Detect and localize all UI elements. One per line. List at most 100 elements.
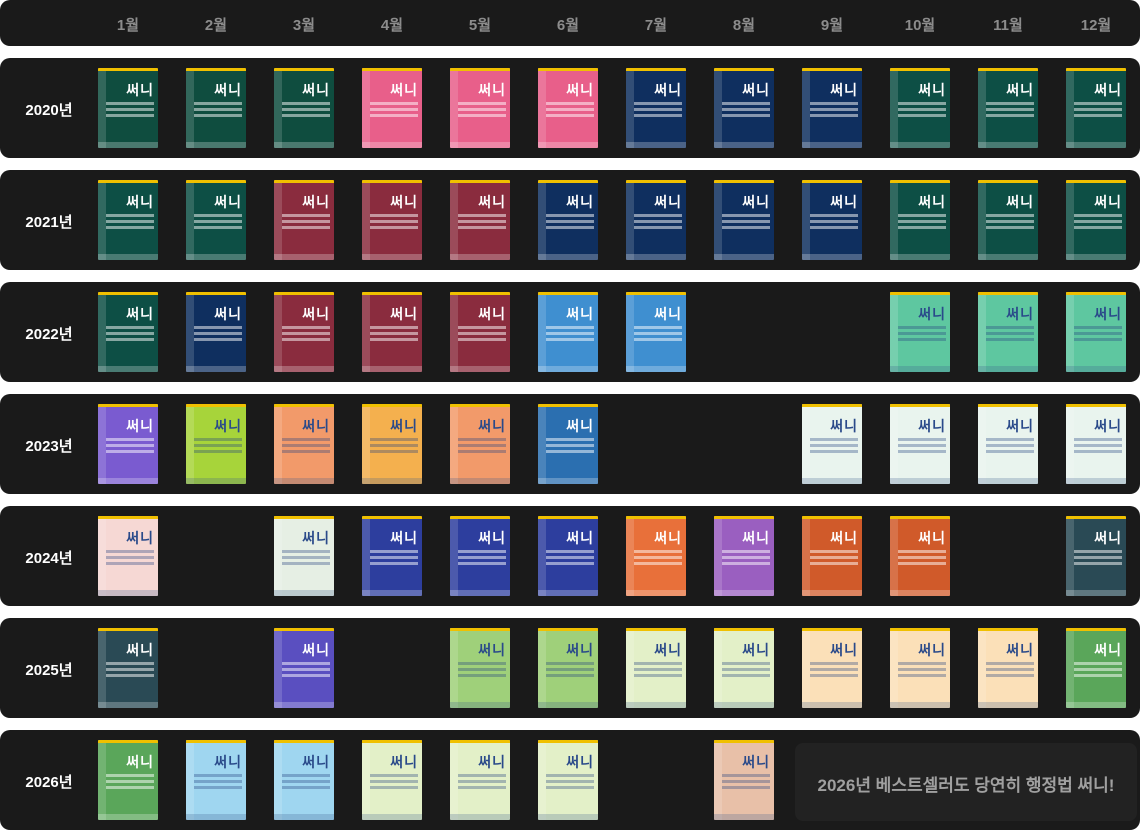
book-cover[interactable]: 써니 [450,292,510,372]
book-cover[interactable]: 써니 [98,740,158,820]
book-cover[interactable]: 써니 [1066,516,1126,596]
book-cover[interactable]: 써니 [538,740,598,820]
book-cover[interactable]: 써니 [978,292,1038,372]
book-cover[interactable]: 써니 [538,68,598,148]
book-subtitle-line [986,668,1034,671]
book-cover[interactable]: 써니 [890,516,950,596]
book-cover[interactable]: 써니 [98,180,158,260]
book-cover[interactable]: 써니 [626,68,686,148]
book-cover[interactable]: 써니 [186,740,246,820]
book-cover[interactable]: 써니 [450,740,510,820]
book-cover[interactable]: 써니 [626,628,686,708]
book-subtitle-line [370,774,418,777]
book-cover[interactable]: 써니 [802,180,862,260]
book-brand-title: 써니 [566,530,594,546]
book-cover[interactable]: 써니 [274,292,334,372]
book-subtitle-line [634,562,682,565]
book-cover[interactable]: 써니 [538,180,598,260]
book-subtitle-line [898,114,946,117]
book-cover[interactable]: 써니 [802,68,862,148]
book-cover[interactable]: 써니 [1066,68,1126,148]
book-cover[interactable]: 써니 [98,292,158,372]
book-cover[interactable]: 써니 [978,628,1038,708]
book-top-stripe [450,740,510,743]
book-cover[interactable]: 써니 [714,180,774,260]
book-cover[interactable]: 써니 [186,180,246,260]
book-cover[interactable]: 써니 [1066,292,1126,372]
book-cover[interactable]: 써니 [890,404,950,484]
book-subtitle-line [194,438,242,441]
book-cover[interactable]: 써니 [98,404,158,484]
book-cover[interactable]: 써니 [274,68,334,148]
book-cover[interactable]: 써니 [890,628,950,708]
book-cover[interactable]: 써니 [450,516,510,596]
book-cover[interactable]: 써니 [978,404,1038,484]
book-cover[interactable]: 써니 [450,180,510,260]
book-cover[interactable]: 써니 [362,740,422,820]
book-cover[interactable]: 써니 [802,628,862,708]
book-cover[interactable]: 써니 [714,68,774,148]
book-cover[interactable]: 써니 [802,404,862,484]
year-row-2020년: 2020년 써니 써니 써니 써니 써니 써니 써니 써니 써니 써니 써니 써니 [0,58,1140,158]
book-cover[interactable]: 써니 [538,628,598,708]
book-cover[interactable]: 써니 [98,628,158,708]
book-cover[interactable]: 써니 [450,404,510,484]
book-cover[interactable]: 써니 [890,292,950,372]
book-bottom-band [1066,702,1126,708]
book-cover[interactable]: 써니 [1066,404,1126,484]
book-bottom-band [1066,366,1126,372]
book-subtitle-line [458,774,506,777]
book-bottom-band [538,590,598,596]
book-cover[interactable]: 써니 [978,180,1038,260]
book-cover[interactable]: 써니 [274,404,334,484]
book-cover[interactable]: 써니 [186,404,246,484]
book-cover[interactable]: 써니 [538,516,598,596]
book-cover[interactable]: 써니 [186,292,246,372]
book-cover[interactable]: 써니 [626,180,686,260]
book-bottom-band [362,366,422,372]
book-cover[interactable]: 써니 [450,68,510,148]
book-brand-title: 써니 [478,418,506,434]
book-cover[interactable]: 써니 [362,516,422,596]
book-brand-title: 써니 [918,306,946,322]
book-cover[interactable]: 써니 [538,292,598,372]
book-cover[interactable]: 써니 [626,516,686,596]
book-subtitle-line [194,444,242,447]
book-top-stripe [1066,404,1126,407]
book-subtitle-line [106,438,154,441]
book-cover[interactable]: 써니 [890,68,950,148]
book-cover[interactable]: 써니 [362,292,422,372]
book-subtitle-line [1074,338,1122,341]
book-bottom-band [450,814,510,820]
book-cover[interactable]: 써니 [98,516,158,596]
book-cover[interactable]: 써니 [98,68,158,148]
book-cover[interactable]: 써니 [890,180,950,260]
book-cover[interactable]: 써니 [362,180,422,260]
book-cover[interactable]: 써니 [714,740,774,820]
book-cover[interactable]: 써니 [538,404,598,484]
book-cover[interactable]: 써니 [802,516,862,596]
book-cover[interactable]: 써니 [362,404,422,484]
book-top-stripe [714,516,774,519]
book-cover[interactable]: 써니 [274,516,334,596]
book-brand-title: 써니 [1094,82,1122,98]
book-cover[interactable]: 써니 [1066,180,1126,260]
book-cover[interactable]: 써니 [450,628,510,708]
book-brand-title: 써니 [918,194,946,210]
book-subtitle-line [722,220,770,223]
book-subtitle-line [986,438,1034,441]
book-cover[interactable]: 써니 [274,628,334,708]
book-cover[interactable]: 써니 [714,516,774,596]
book-bottom-band [274,814,334,820]
book-cover[interactable]: 써니 [1066,628,1126,708]
book-cover[interactable]: 써니 [186,68,246,148]
book-brand-title: 써니 [390,530,418,546]
book-cover[interactable]: 써니 [978,68,1038,148]
book-cover[interactable]: 써니 [362,68,422,148]
book-cover[interactable]: 써니 [274,180,334,260]
book-cover[interactable]: 써니 [714,628,774,708]
book-subtitle-line [810,674,858,677]
book-brand-title: 써니 [742,194,770,210]
book-cover[interactable]: 써니 [274,740,334,820]
book-cover[interactable]: 써니 [626,292,686,372]
